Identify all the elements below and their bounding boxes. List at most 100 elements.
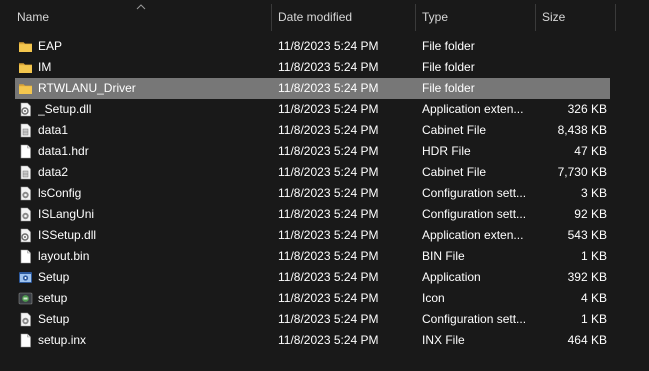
file-type: Application exten... bbox=[422, 228, 524, 242]
file-size: 47 KB bbox=[574, 144, 607, 158]
file-type: File folder bbox=[422, 60, 475, 74]
dll-gear-icon bbox=[18, 102, 33, 117]
file-list: EAP 11/8/2023 5:24 PM File folder IM 11/8/20… bbox=[0, 36, 649, 351]
file-date-modified: 11/8/2023 5:24 PM bbox=[278, 123, 379, 137]
file-date-modified: 11/8/2023 5:24 PM bbox=[278, 270, 379, 284]
file-name: layout.bin bbox=[38, 249, 90, 263]
column-header-type[interactable]: Type bbox=[422, 0, 448, 35]
file-type: Cabinet File bbox=[422, 165, 487, 179]
file-row[interactable]: setup 11/8/2023 5:24 PM Icon 4 KB bbox=[0, 288, 649, 309]
column-header-size[interactable]: Size bbox=[542, 0, 565, 35]
file-size: 392 KB bbox=[567, 270, 607, 284]
column-separator[interactable] bbox=[615, 4, 616, 31]
blank-file-icon bbox=[18, 144, 33, 159]
file-row[interactable]: ISLangUni 11/8/2023 5:24 PM Configuration … bbox=[0, 204, 649, 225]
file-name: RTWLANU_Driver bbox=[38, 81, 136, 95]
setup-app-icon bbox=[18, 270, 33, 285]
file-date-modified: 11/8/2023 5:24 PM bbox=[278, 102, 379, 116]
file-name: data1.hdr bbox=[38, 144, 89, 158]
file-size bbox=[540, 36, 607, 57]
file-type: File folder bbox=[422, 81, 475, 95]
file-name: _Setup.dll bbox=[38, 102, 92, 116]
file-row[interactable]: layout.bin 11/8/2023 5:24 PM BIN File 1 KB bbox=[0, 246, 649, 267]
file-size: 326 KB bbox=[567, 102, 607, 116]
file-row[interactable]: _Setup.dll 11/8/2023 5:24 PM Application e… bbox=[0, 99, 649, 120]
file-date-modified: 11/8/2023 5:24 PM bbox=[278, 165, 379, 179]
file-date-modified: 11/8/2023 5:24 PM bbox=[278, 60, 379, 74]
file-row[interactable]: data2 11/8/2023 5:24 PM Cabinet File 7,730 … bbox=[0, 162, 649, 183]
sort-ascending-icon bbox=[136, 4, 146, 10]
file-row[interactable]: ISSetup.dll 11/8/2023 5:24 PM Application … bbox=[0, 225, 649, 246]
file-row[interactable]: EAP 11/8/2023 5:24 PM File folder bbox=[0, 36, 649, 57]
dll-gear-icon bbox=[18, 228, 33, 243]
file-size: 8,438 KB bbox=[557, 123, 607, 137]
file-date-modified: 11/8/2023 5:24 PM bbox=[278, 81, 379, 95]
file-type: Configuration sett... bbox=[422, 312, 527, 326]
file-size: 4 KB bbox=[580, 291, 607, 305]
file-type: Configuration sett... bbox=[422, 207, 527, 221]
file-date-modified: 11/8/2023 5:24 PM bbox=[278, 228, 379, 242]
file-type: BIN File bbox=[422, 249, 465, 263]
config-gear-icon bbox=[18, 207, 33, 222]
file-name: Setup bbox=[38, 312, 70, 326]
file-row[interactable]: RTWLANU_Driver 11/8/2023 5:24 PM File fold… bbox=[0, 78, 649, 99]
file-date-modified: 11/8/2023 5:24 PM bbox=[278, 333, 379, 347]
file-name: Setup bbox=[38, 270, 70, 284]
folder-icon bbox=[18, 81, 33, 96]
file-row[interactable]: setup.inx 11/8/2023 5:24 PM INX File 464 KB bbox=[0, 330, 649, 351]
file-size bbox=[540, 57, 607, 78]
file-name: lsConfig bbox=[38, 186, 82, 200]
file-date-modified: 11/8/2023 5:24 PM bbox=[278, 312, 379, 326]
file-type: HDR File bbox=[422, 144, 471, 158]
file-row[interactable]: IM 11/8/2023 5:24 PM File folder bbox=[0, 57, 649, 78]
column-header-name[interactable]: Name bbox=[17, 0, 49, 35]
file-date-modified: 11/8/2023 5:24 PM bbox=[278, 249, 379, 263]
file-size: 92 KB bbox=[574, 207, 607, 221]
file-date-modified: 11/8/2023 5:24 PM bbox=[278, 207, 379, 221]
file-size: 543 KB bbox=[567, 228, 607, 242]
file-type: INX File bbox=[422, 333, 465, 347]
file-type: Cabinet File bbox=[422, 123, 487, 137]
file-name: data2 bbox=[38, 165, 69, 179]
column-header-bar: Name Date modified Type Size bbox=[0, 0, 649, 35]
file-type: Application exten... bbox=[422, 102, 524, 116]
file-size: 1 KB bbox=[580, 249, 607, 263]
file-row[interactable]: Setup 11/8/2023 5:24 PM Application 392 KB bbox=[0, 267, 649, 288]
file-name: IM bbox=[38, 60, 52, 74]
file-date-modified: 11/8/2023 5:24 PM bbox=[278, 291, 379, 305]
file-type: Icon bbox=[422, 291, 445, 305]
column-header-date-modified[interactable]: Date modified bbox=[278, 0, 352, 35]
file-name: EAP bbox=[38, 39, 63, 53]
file-size: 1 KB bbox=[580, 312, 607, 326]
file-name: data1 bbox=[38, 123, 69, 137]
file-type: File folder bbox=[422, 39, 475, 53]
file-name: setup bbox=[38, 291, 68, 305]
file-size: 464 KB bbox=[567, 333, 607, 347]
column-separator[interactable] bbox=[271, 4, 272, 31]
blank-file-icon bbox=[18, 249, 33, 264]
blank-file-icon bbox=[18, 333, 33, 348]
file-row[interactable]: lsConfig 11/8/2023 5:24 PM Configuration s… bbox=[0, 183, 649, 204]
file-name: ISLangUni bbox=[38, 207, 95, 221]
file-name: setup.inx bbox=[38, 333, 87, 347]
file-row[interactable]: data1.hdr 11/8/2023 5:24 PM HDR File 47 KB bbox=[0, 141, 649, 162]
file-size bbox=[540, 78, 607, 99]
file-date-modified: 11/8/2023 5:24 PM bbox=[278, 186, 379, 200]
cabinet-file-icon bbox=[18, 165, 33, 180]
column-separator[interactable] bbox=[415, 4, 416, 31]
file-size: 3 KB bbox=[580, 186, 607, 200]
file-size: 7,730 KB bbox=[557, 165, 607, 179]
cabinet-file-icon bbox=[18, 123, 33, 138]
folder-icon bbox=[18, 39, 33, 54]
column-separator[interactable] bbox=[535, 4, 536, 31]
file-date-modified: 11/8/2023 5:24 PM bbox=[278, 39, 379, 53]
file-row[interactable]: data1 11/8/2023 5:24 PM Cabinet File 8,438 … bbox=[0, 120, 649, 141]
config-gear-icon bbox=[18, 312, 33, 327]
file-name: ISSetup.dll bbox=[38, 228, 97, 242]
file-type: Application bbox=[422, 270, 481, 284]
file-type: Configuration sett... bbox=[422, 186, 527, 200]
config-gear-icon bbox=[18, 186, 33, 201]
folder-icon bbox=[18, 60, 33, 75]
setup-image-icon bbox=[18, 291, 33, 306]
file-row[interactable]: Setup 11/8/2023 5:24 PM Configuration sett… bbox=[0, 309, 649, 330]
